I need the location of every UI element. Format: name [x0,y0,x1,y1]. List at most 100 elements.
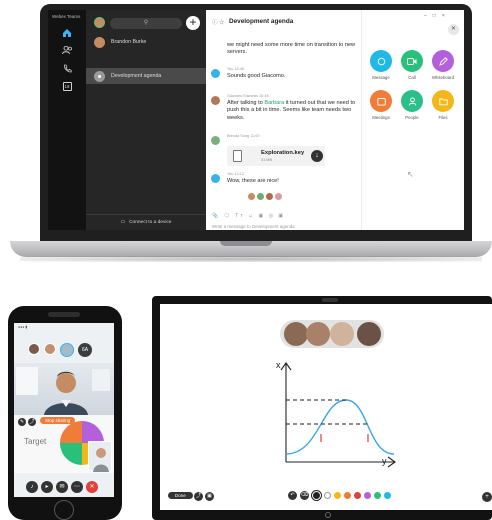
axis-x-label: y [382,456,387,466]
video-feed [14,363,114,415]
participant-avatar[interactable] [330,322,354,346]
participants-count[interactable]: 6A [78,343,92,357]
add-space-button[interactable]: + [186,16,200,30]
message: Giacomo Edwards 10:48 After talking to B… [211,94,360,122]
color-swatch-orange[interactable] [344,492,351,499]
participant-avatar[interactable] [284,322,308,346]
board-power-indicator [325,512,331,518]
message-meta: Giacomo Edwards 10:48 [227,94,269,98]
undo-icon[interactable]: ↶ [288,491,297,500]
share-icon[interactable]: ⤴ [194,492,203,501]
save-icon[interactable]: ▣ [205,492,214,501]
participant-avatar[interactable] [28,343,40,355]
color-swatch-white[interactable] [324,492,331,499]
mic-icon[interactable]: ♪ [26,481,38,493]
color-swatch-yellow[interactable] [334,492,341,499]
video-call-icon [401,50,423,72]
image-thumbnails[interactable] [248,193,288,201]
message-text: we might need some more time on transiti… [227,42,356,56]
person-video-icon [16,367,110,415]
self-view[interactable] [88,441,112,472]
connect-label: Connect to a device [129,220,172,225]
file-size: 31 MB [261,158,272,162]
end-call-icon[interactable]: ✕ [86,481,98,493]
people-action[interactable]: People [400,90,424,120]
pen-icon[interactable]: ✎ [18,418,26,426]
file-attachment[interactable]: Exploration.key 31 MB ↓ [227,146,325,166]
avatar [211,174,220,183]
color-swatch-black[interactable] [312,491,321,500]
mouse-cursor-icon: ↖ [407,170,414,179]
message-text: After talking to Barbara it turned out t… [227,100,360,122]
composer-toolbar[interactable]: 📎 🗨 Tт ☺ ▣ ◎ ▣ [212,213,285,219]
file-name: Exploration.key [261,150,305,156]
action-label: Files [438,115,448,120]
search-input[interactable]: ⚲ [110,18,182,29]
maximize-button[interactable]: □ [433,13,442,19]
phone-speaker [48,312,80,317]
space-list: ⚲ + Brandon Burke Development agenda ▭ C… [86,10,206,230]
message-meta: You 12:12 [227,172,244,176]
eraser-icon[interactable]: ⌫ [300,491,309,500]
nav-rail: Webex Teams 18 [48,10,86,230]
thumbnail[interactable] [257,193,264,200]
message: Brenda Song 11:00 [211,134,360,145]
chat-icon[interactable]: ✉ [56,481,68,493]
axis-y-label: x [276,360,281,370]
shared-content: ✎ ⤴ Stop sharing Target [14,415,114,473]
home-button[interactable] [54,500,74,520]
participant-avatar[interactable] [306,322,330,346]
calendar-day: 18 [62,81,72,91]
color-swatch-blue[interactable] [384,492,391,499]
call-action[interactable]: Call [400,50,424,80]
participant-avatar[interactable] [44,343,56,355]
window-controls[interactable]: –□× [424,13,451,19]
list-item-brandon-burke[interactable]: Brandon Burke [86,34,206,50]
add-icon[interactable]: + [482,492,492,502]
message-meta: Brenda Song 11:00 [227,134,260,138]
participant-avatar[interactable] [357,322,381,346]
thumbnail[interactable] [248,193,255,200]
avatar [211,69,220,78]
color-swatch-green[interactable] [374,492,381,499]
close-button[interactable]: × [442,13,451,19]
files-action[interactable]: Files [431,90,455,120]
thumbnail[interactable] [275,193,282,200]
more-icon[interactable]: ⋯ [71,481,83,493]
home-icon[interactable] [59,26,75,38]
meetings-action[interactable]: Meetings [369,90,393,120]
message: You 10:46 Sounds good Giacomo. [211,67,360,80]
done-button[interactable]: Done [168,492,193,499]
phone-icon[interactable] [59,62,75,74]
mention-link[interactable]: Barbara [264,100,284,106]
chat-title: Development agenda [229,18,294,25]
people-icon [401,90,423,112]
color-swatch-red[interactable] [354,492,361,499]
thumbnail[interactable] [266,193,273,200]
whiteboard-canvas[interactable]: x y Done ⤴ ▣ ↶ ⌫ + [160,304,492,510]
space-icon [98,74,101,78]
connect-device-button[interactable]: ▭ Connect to a device [86,214,206,230]
minimize-button[interactable]: – [424,13,433,19]
avatar[interactable] [94,17,105,28]
action-label: Message [372,75,390,80]
board-camera [322,298,338,302]
action-label: People [405,115,419,120]
info-icon[interactable]: ⓘ ☆ [212,18,225,26]
shared-label: Target [24,437,47,446]
search-icon: ⚲ [143,20,149,26]
calendar-icon[interactable]: 18 [59,80,75,92]
whiteboard-action[interactable]: Whiteboard [431,50,455,80]
close-icon[interactable]: ✕ [448,24,459,35]
participant-avatar[interactable] [60,343,74,357]
people-icon[interactable] [59,44,75,56]
list-item-development-agenda[interactable]: Development agenda [86,68,206,84]
avatar [94,70,105,82]
video-icon[interactable]: ▸ [41,481,53,493]
chat-panel: ⓘ ☆ Development agenda we might need som… [206,10,362,230]
download-icon[interactable]: ↓ [311,150,323,162]
message-action[interactable]: Message [369,50,393,80]
message-input[interactable]: Write a message to Development agenda [212,224,295,229]
color-swatch-purple[interactable] [364,492,371,499]
share-icon[interactable]: ⤴ [28,418,36,426]
